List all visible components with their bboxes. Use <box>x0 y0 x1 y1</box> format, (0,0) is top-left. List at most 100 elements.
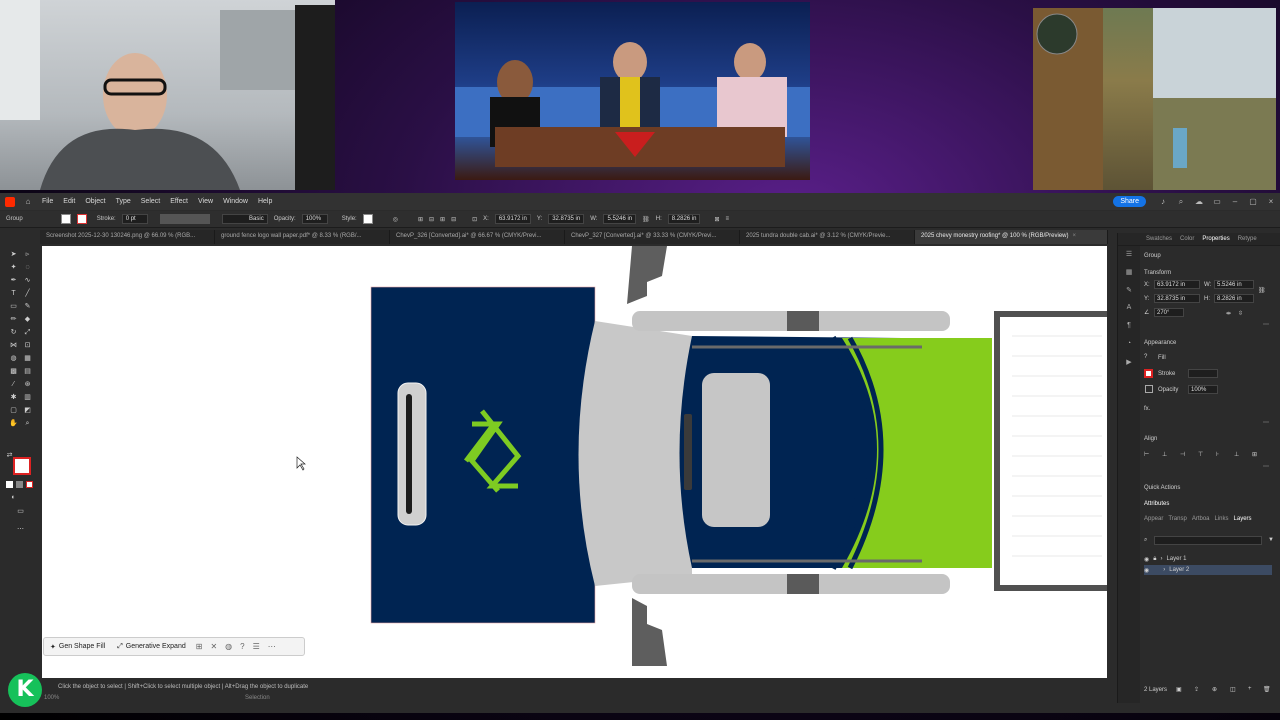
y-field[interactable]: 32.8735 in <box>548 214 585 224</box>
lasso-tool-icon[interactable]: ◌ <box>23 263 32 272</box>
doc-tab[interactable]: ground fence logo wall paper.pdf* @ 8.33… <box>215 230 390 244</box>
line-tool-icon[interactable]: ╱ <box>23 289 32 298</box>
artboard-canvas[interactable] <box>42 246 1107 678</box>
recolor-bar-icon[interactable]: ◍ <box>221 642 236 651</box>
stroke-weight-panel-field[interactable] <box>1188 369 1218 378</box>
sunroof-shape[interactable] <box>702 373 770 527</box>
artboard-tool-icon[interactable]: ▢ <box>9 406 18 415</box>
variable-width-field[interactable] <box>159 214 210 224</box>
transform-more-icon[interactable]: ⋯ <box>1263 321 1269 328</box>
home-icon[interactable]: ⌂ <box>23 197 33 206</box>
menu-select[interactable]: Select <box>136 198 165 205</box>
play-strip-icon[interactable]: ▶ <box>1124 358 1134 367</box>
layer-row-selected[interactable]: ◉ › Layer 2 <box>1144 565 1272 575</box>
truck-hood-shape[interactable] <box>578 321 693 586</box>
opacity-panel-field[interactable]: 100% <box>1188 385 1218 394</box>
flip-horizontal-icon[interactable]: ⇹ <box>1226 310 1231 317</box>
screen-mode-icon[interactable]: ▭ <box>16 507 25 516</box>
brush-field[interactable]: Basic <box>221 214 268 224</box>
align-left-icon[interactable]: ⊞ <box>418 216 423 223</box>
truck-wrap-artwork[interactable] <box>42 246 1107 678</box>
tab-links[interactable]: Links <box>1215 516 1229 527</box>
menu-help[interactable]: Help <box>253 198 277 205</box>
menu-object[interactable]: Object <box>80 198 110 205</box>
menu-icon[interactable]: ☰ <box>249 642 264 651</box>
width-tool-icon[interactable]: ⋈ <box>9 341 18 350</box>
free-transform-tool-icon[interactable]: ⊡ <box>23 341 32 350</box>
glyph-strip-icon[interactable]: ◔ <box>1124 340 1134 349</box>
color-mode-icon[interactable] <box>16 481 23 488</box>
selection-tool-icon[interactable]: ➤ <box>9 250 18 259</box>
isolate-icon[interactable]: ⊠ <box>714 216 719 223</box>
graph-tool-icon[interactable]: ▥ <box>23 393 32 402</box>
gen-shape-fill-button[interactable]: ✦ Gen Shape Fill <box>44 643 111 651</box>
type-tool-icon[interactable]: T <box>9 289 18 298</box>
tab-layers[interactable]: Layers <box>1234 516 1252 527</box>
tab-properties[interactable]: Properties <box>1198 236 1233 242</box>
draw-mode-icon[interactable]: ◐ <box>9 493 18 502</box>
flip-vertical-icon[interactable]: ⇳ <box>1238 310 1243 317</box>
bell-icon[interactable]: ♪ <box>1158 197 1168 206</box>
rotate-field[interactable]: 270° <box>1154 308 1184 317</box>
hand-tool-icon[interactable]: ✋ <box>9 419 18 428</box>
collect-export-icon[interactable]: ⇪ <box>1194 686 1199 693</box>
close-tab-icon[interactable]: × <box>1073 233 1077 239</box>
tab-transparency[interactable]: Transp <box>1168 516 1186 527</box>
gradient-tool-icon[interactable]: ▤ <box>23 367 32 376</box>
properties-strip-icon[interactable]: ☰ <box>1124 250 1134 259</box>
expand-chevron-icon[interactable]: › <box>1160 556 1162 562</box>
libraries-strip-icon[interactable]: ▦ <box>1124 268 1134 277</box>
crop-icon[interactable]: ✕ <box>206 642 221 651</box>
transform-icon[interactable]: ⊡ <box>472 216 477 223</box>
visibility-eye-icon[interactable]: ◉ <box>1144 567 1149 574</box>
generative-expand-button[interactable]: ⤢ Generative Expand <box>111 643 192 651</box>
lock-icon[interactable]: 🔒︎ <box>1153 556 1156 563</box>
new-layer-icon[interactable]: ▣ <box>1176 686 1182 693</box>
clipping-mask-icon[interactable]: ◫ <box>1230 686 1236 693</box>
create-sublayer-icon[interactable]: ⊕ <box>1212 686 1217 693</box>
layers-search-icon[interactable]: ⌕ <box>1144 537 1147 544</box>
maximize-icon[interactable]: ▢ <box>1248 197 1258 206</box>
rectangle-tool-icon[interactable]: ▭ <box>9 302 18 311</box>
type-strip-icon[interactable]: A <box>1124 304 1134 313</box>
paintbrush-tool-icon[interactable]: ✎ <box>23 302 32 311</box>
delete-layer-icon[interactable]: 🗑︎ <box>1263 686 1271 693</box>
constrain-link-icon[interactable]: ⛓ <box>1258 287 1266 294</box>
align-center-icon[interactable]: ⊟ <box>429 216 434 223</box>
eraser-tool-icon[interactable]: ◆ <box>23 315 32 324</box>
tab-swatches[interactable]: Swatches <box>1142 236 1176 242</box>
stroke-swatch[interactable] <box>76 214 87 224</box>
zoom-level[interactable]: 100% <box>44 695 59 701</box>
distribute-icon[interactable]: ⊟ <box>451 216 456 223</box>
panel-w-field[interactable]: 5.5246 in <box>1214 280 1254 289</box>
zoom-tool-icon[interactable]: ⌕ <box>23 419 32 428</box>
none-mode-icon[interactable] <box>26 481 33 488</box>
doc-tab[interactable]: Screenshot 2025-12-30 130246.png @ 66.09… <box>40 230 215 244</box>
stroke-weight-field[interactable]: 0 pt <box>121 214 148 224</box>
expand-chevron-icon[interactable]: › <box>1163 567 1165 573</box>
h-field[interactable]: 8.2826 in <box>667 214 701 224</box>
opacity-field[interactable]: 100% <box>301 214 328 224</box>
grid-icon[interactable]: ⊞ <box>192 642 207 651</box>
slice-tool-icon[interactable]: ◩ <box>23 406 32 415</box>
workspace-icon[interactable]: ▭ <box>1212 197 1222 206</box>
magic-wand-tool-icon[interactable]: ✦ <box>9 263 18 272</box>
direct-selection-tool-icon[interactable]: ▹ <box>23 250 32 259</box>
cloud-icon[interactable]: ☁ <box>1194 197 1204 206</box>
more-tools-icon[interactable]: ⋯ <box>16 525 25 534</box>
visibility-eye-icon[interactable]: ◉ <box>1144 556 1149 563</box>
brush-strip-icon[interactable]: ✎ <box>1124 286 1134 295</box>
rotate-tool-icon[interactable]: ↻ <box>9 328 18 337</box>
align-bottom-panel-icon[interactable]: ⊥ <box>1234 451 1239 458</box>
tab-appearance[interactable]: Appear <box>1144 516 1163 527</box>
panel-y-field[interactable]: 32.8735 in <box>1154 294 1200 303</box>
align-hcenter-panel-icon[interactable]: ⊥ <box>1162 451 1167 458</box>
menu-edit[interactable]: Edit <box>58 198 80 205</box>
align-more-icon[interactable]: ⋯ <box>1263 463 1269 470</box>
align-vcenter-panel-icon[interactable]: ⊦ <box>1216 451 1219 458</box>
tab-retype[interactable]: Retype <box>1234 236 1261 242</box>
mesh-tool-icon[interactable]: ▩ <box>9 367 18 376</box>
default-color-icon[interactable] <box>6 481 13 488</box>
close-icon[interactable]: × <box>1266 197 1276 206</box>
appearance-more-icon[interactable]: ⋯ <box>1263 419 1269 426</box>
